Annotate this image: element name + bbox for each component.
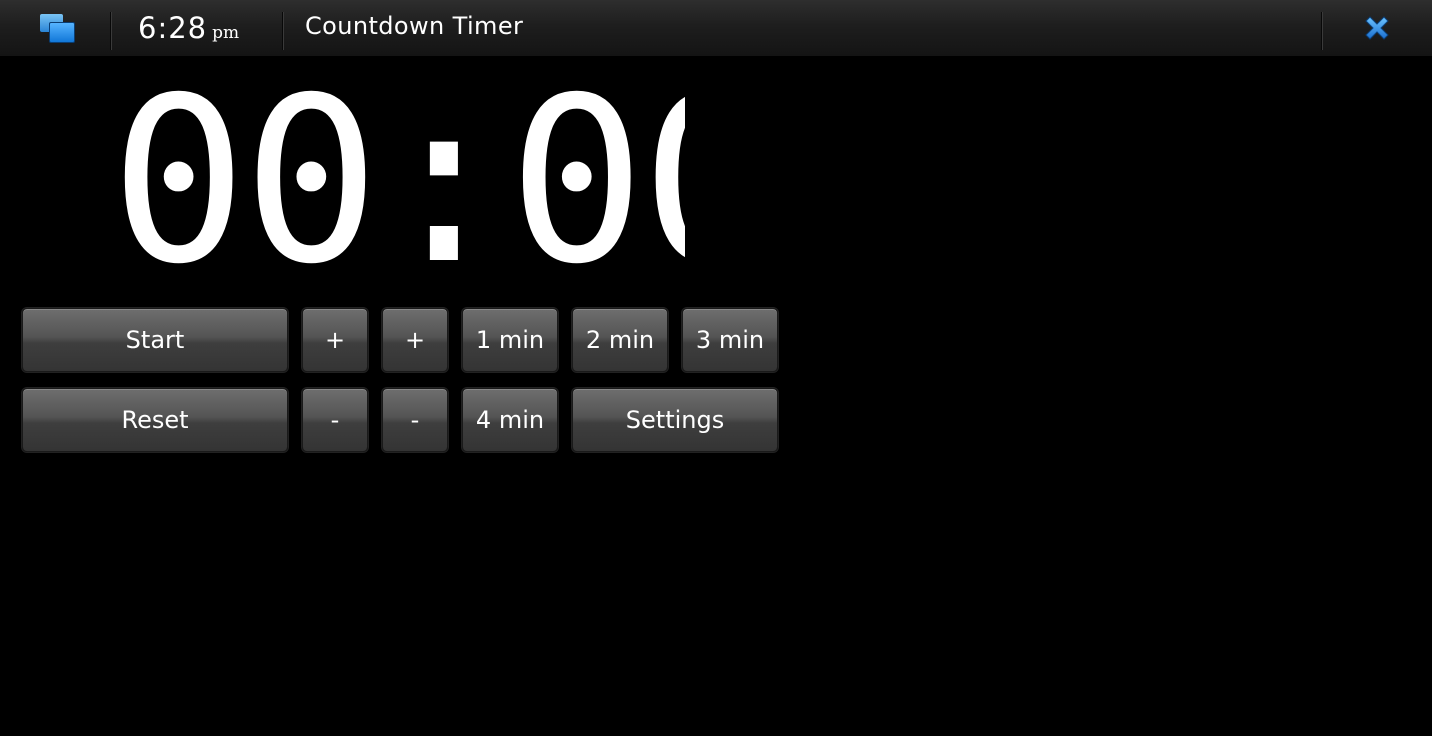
app-title[interactable]: Countdown Timer: [305, 12, 523, 40]
separator: [110, 12, 111, 50]
preset-1-min-button[interactable]: 1 min: [462, 308, 558, 372]
timer-display: 00:00: [110, 66, 685, 296]
settings-button[interactable]: Settings: [572, 388, 778, 452]
close-button[interactable]: [1322, 0, 1432, 56]
start-button[interactable]: Start: [22, 308, 288, 372]
close-icon: [1365, 16, 1389, 40]
reset-button[interactable]: Reset: [22, 388, 288, 452]
separator: [282, 12, 283, 50]
decrement-minutes-button[interactable]: -: [302, 388, 368, 452]
increment-seconds-button[interactable]: +: [382, 308, 448, 372]
task-switcher-icon-front: [49, 22, 75, 43]
decrement-seconds-button[interactable]: -: [382, 388, 448, 452]
increment-minutes-button[interactable]: +: [302, 308, 368, 372]
preset-3-min-button[interactable]: 3 min: [682, 308, 778, 372]
clock-ampm: pm: [212, 23, 240, 43]
clock-time: 6:28: [138, 11, 208, 45]
task-switcher-button[interactable]: [0, 0, 110, 56]
status-clock[interactable]: 6:28 pm: [138, 11, 239, 45]
preset-2-min-button[interactable]: 2 min: [572, 308, 668, 372]
timer-value: 00:00: [110, 66, 685, 296]
title-bar: 6:28 pm Countdown Timer: [0, 0, 1432, 56]
preset-4-min-button[interactable]: 4 min: [462, 388, 558, 452]
